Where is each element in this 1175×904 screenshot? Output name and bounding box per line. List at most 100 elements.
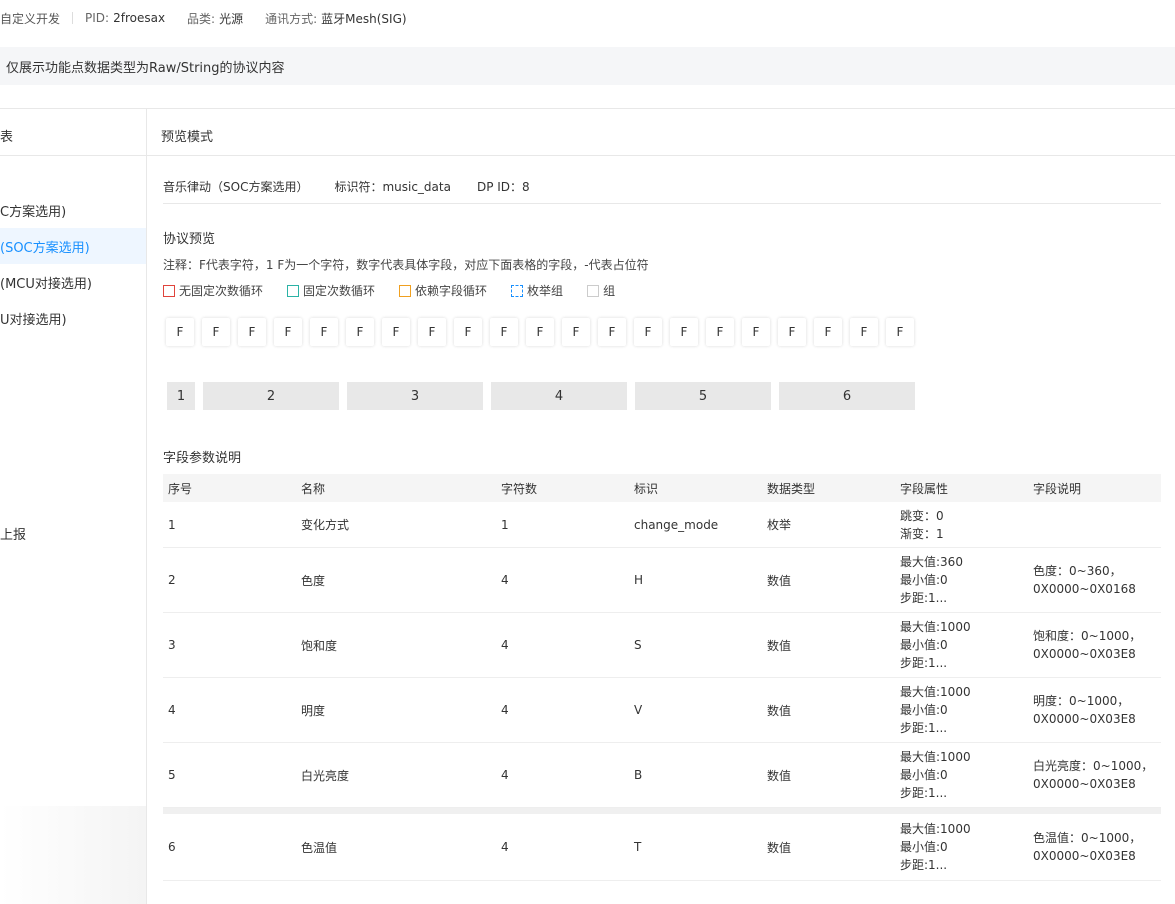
- char-cell[interactable]: F: [202, 318, 230, 346]
- row-no: 3: [168, 638, 176, 652]
- row-chars: 4: [501, 768, 509, 782]
- field-block[interactable]: 3: [347, 382, 483, 410]
- row-desc: 色度：0~360， 0X0000~0X0168: [1028, 562, 1161, 598]
- row-chars: 4: [501, 573, 509, 587]
- desc-line: 0X0000~0X03E8: [1033, 777, 1136, 791]
- desc-line: 色温值：0~1000，: [1033, 831, 1142, 845]
- row-name: 明度: [301, 703, 326, 718]
- protocol-preview-title: 协议预览: [163, 232, 216, 247]
- attr-line: 最小值:0: [900, 768, 948, 782]
- desc-line: 0X0000~0X03E8: [1033, 849, 1136, 863]
- legend-item: 依赖字段循环: [399, 282, 487, 299]
- char-cell[interactable]: F: [346, 318, 374, 346]
- char-cell[interactable]: F: [274, 318, 302, 346]
- row-name: 白光亮度: [301, 768, 350, 783]
- legend-item: 无固定次数循环: [163, 282, 263, 299]
- char-cell[interactable]: F: [850, 318, 878, 346]
- field-block[interactable]: 6: [779, 382, 915, 410]
- row-name: 色温值: [301, 840, 338, 855]
- char-cell[interactable]: F: [670, 318, 698, 346]
- char-cell[interactable]: F: [490, 318, 518, 346]
- char-row: FFFFFFFFFFFFFFFFFFFFF: [166, 318, 922, 346]
- category-label: 品类:: [187, 11, 216, 26]
- row-type: 数值: [767, 638, 792, 653]
- legend-swatch: [287, 284, 300, 297]
- row-type: 枚举: [767, 518, 792, 532]
- divider: [72, 12, 74, 24]
- dp-name: 音乐律动（SOC方案选用）: [163, 180, 309, 194]
- row-attrs: 最大值:1000 最小值:0 步距:1...: [895, 618, 1028, 672]
- row-name: 色度: [301, 573, 326, 588]
- sidebar-item[interactable]: C方案选用): [0, 192, 146, 228]
- dp-identifier: 标识符：music_data: [334, 180, 451, 194]
- row-attrs: 最大值:1000 最小值:0 步距:1...: [895, 820, 1028, 874]
- legend-swatch: [511, 284, 524, 297]
- attr-line: 最小值:0: [900, 573, 948, 587]
- dp-summary: 音乐律动（SOC方案选用） 标识符：music_data DP ID：8: [163, 178, 556, 195]
- desc-line: 色度：0~360，: [1033, 564, 1122, 578]
- sidebar-item-report[interactable]: 上报: [0, 524, 26, 543]
- attr-line: 最大值:1000: [900, 822, 971, 836]
- char-cell[interactable]: F: [742, 318, 770, 346]
- column-header: 名称: [301, 481, 326, 496]
- legend: 无固定次数循环 固定次数循环 依赖字段循环 枚举组 组: [163, 282, 639, 299]
- field-block[interactable]: 2: [203, 382, 339, 410]
- attr-line: 最大值:1000: [900, 685, 971, 699]
- char-cell[interactable]: F: [598, 318, 626, 346]
- char-cell[interactable]: F: [238, 318, 266, 346]
- char-cell[interactable]: F: [634, 318, 662, 346]
- char-cell[interactable]: F: [418, 318, 446, 346]
- table-row: 1 变化方式 1 change_mode 枚举 跳变：0 渐变：1: [163, 502, 1161, 548]
- column-header: 字段属性: [900, 481, 949, 496]
- sidebar-item[interactable]: (MCU对接选用): [0, 264, 146, 300]
- char-cell[interactable]: F: [382, 318, 410, 346]
- row-attrs: 最大值:1000 最小值:0 步距:1...: [895, 748, 1028, 802]
- notice-banner: 仅展示功能点数据类型为Raw/String的协议内容: [0, 47, 1175, 85]
- product-info-bar: 自定义开发 PID: 2froesax 品类: 光源 通讯方式: 蓝牙Mesh(…: [0, 0, 1175, 36]
- attr-line: 步距:1...: [900, 591, 948, 605]
- char-cell[interactable]: F: [310, 318, 338, 346]
- char-cell[interactable]: F: [778, 318, 806, 346]
- row-desc: 色温值：0~1000， 0X0000~0X03E8: [1028, 829, 1161, 865]
- field-block[interactable]: 4: [491, 382, 627, 410]
- char-cell[interactable]: F: [562, 318, 590, 346]
- table-row: 4 明度 4 V 数值 最大值:1000 最小值:0 步距:1... 明度：0~1000， 0X0…: [163, 678, 1161, 743]
- sidebar-item[interactable]: U对接选用): [0, 300, 146, 336]
- char-cell[interactable]: F: [454, 318, 482, 346]
- char-cell[interactable]: F: [886, 318, 914, 346]
- field-params-table: 序号 名称 字符数 标识 数据类型 字段属性 字段说明 1 变化方式 1 change_mode 枚…: [163, 474, 1161, 881]
- column-header: 序号: [168, 481, 193, 496]
- desc-line: 白光亮度：0~1000，: [1033, 759, 1154, 773]
- sidebar-item[interactable]: (SOC方案选用): [0, 228, 146, 264]
- field-block[interactable]: 1: [167, 382, 195, 410]
- row-desc: 明度：0~1000， 0X0000~0X03E8: [1028, 692, 1161, 728]
- attr-line: 最小值:0: [900, 840, 948, 854]
- legend-item: 固定次数循环: [287, 282, 375, 299]
- row-identifier: V: [634, 703, 643, 717]
- attr-line: 最大值:1000: [900, 750, 971, 764]
- field-block[interactable]: 5: [635, 382, 771, 410]
- table-row: 2 色度 4 H 数值 最大值:360 最小值:0 步距:1... 色度：0~360， 0X000…: [163, 548, 1161, 613]
- row-chars: 4: [501, 703, 509, 717]
- char-cell[interactable]: F: [526, 318, 554, 346]
- row-no: 5: [168, 768, 176, 782]
- table-row: 6 色温值 4 T 数值 最大值:1000 最小值:0 步距:1... 色温值：0~1000， 0…: [163, 814, 1161, 881]
- legend-item: 枚举组: [511, 282, 563, 299]
- field-row: 123456: [167, 382, 923, 410]
- column-header: 数据类型: [767, 481, 816, 496]
- pid-value: 2froesax: [113, 11, 166, 25]
- char-cell[interactable]: F: [706, 318, 734, 346]
- char-cell[interactable]: F: [814, 318, 842, 346]
- legend-label: 枚举组: [527, 284, 564, 298]
- row-identifier: B: [634, 768, 643, 782]
- row-type: 数值: [767, 768, 792, 783]
- row-attrs: 跳变：0 渐变：1: [895, 507, 1028, 543]
- row-attrs: 最大值:1000 最小值:0 步距:1...: [895, 683, 1028, 737]
- pid-label: PID:: [85, 11, 110, 25]
- row-no: 4: [168, 703, 176, 717]
- legend-swatch: [587, 284, 600, 297]
- row-identifier: S: [634, 638, 642, 652]
- row-chars: 4: [501, 840, 509, 854]
- row-type: 数值: [767, 573, 792, 588]
- char-cell[interactable]: F: [166, 318, 194, 346]
